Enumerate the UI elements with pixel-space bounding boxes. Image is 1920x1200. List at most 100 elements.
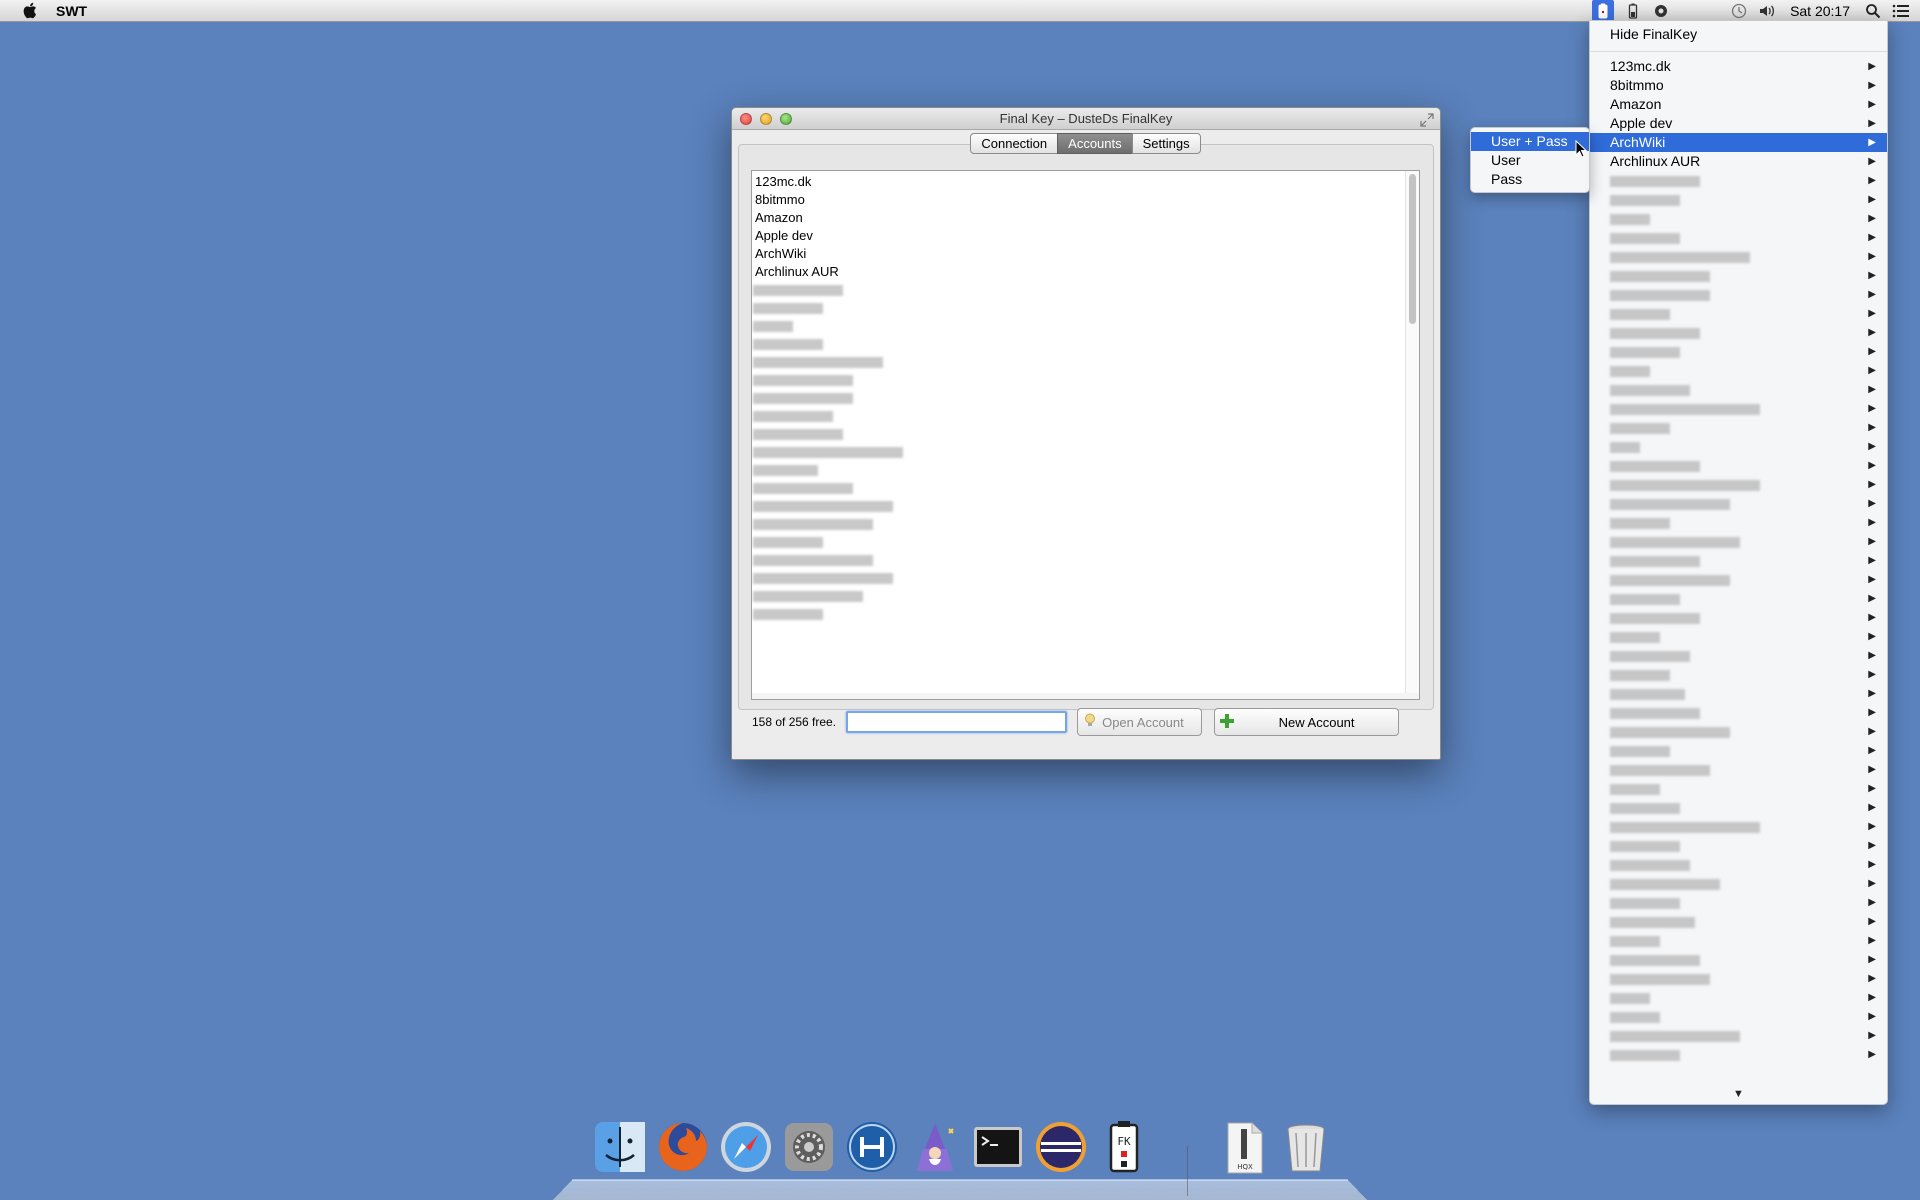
list-item-redacted[interactable]: [752, 587, 1419, 605]
status-menu-redacted-item[interactable]: ▶: [1590, 627, 1887, 646]
status-menu-redacted-item[interactable]: ▶: [1590, 950, 1887, 969]
list-item-redacted[interactable]: [752, 461, 1419, 479]
close-window-button[interactable]: [740, 113, 752, 125]
scrollbar-thumb[interactable]: [1409, 174, 1416, 324]
list-item[interactable]: Archlinux AUR: [752, 263, 1419, 281]
status-menu-account-item[interactable]: ArchWiki ▶: [1590, 133, 1887, 152]
status-menu-redacted-item[interactable]: ▶: [1590, 684, 1887, 703]
status-menu-account-item[interactable]: 8bitmmo ▶: [1590, 76, 1887, 95]
zoom-window-button[interactable]: [780, 113, 792, 125]
status-menu-redacted-item[interactable]: ▶: [1590, 513, 1887, 532]
status-menu-redacted-item[interactable]: ▶: [1590, 1007, 1887, 1026]
menu-scroll-down-icon[interactable]: ▼: [1590, 1088, 1887, 1100]
status-menu-redacted-item[interactable]: ▶: [1590, 703, 1887, 722]
new-account-button[interactable]: New Account: [1214, 708, 1400, 736]
status-menu-redacted-item[interactable]: ▶: [1590, 323, 1887, 342]
list-item-redacted[interactable]: [752, 281, 1419, 299]
status-menu-redacted-item[interactable]: ▶: [1590, 646, 1887, 665]
status-menu-redacted-item[interactable]: ▶: [1590, 836, 1887, 855]
status-menu-redacted-item[interactable]: ▶: [1590, 247, 1887, 266]
status-menu-account-item[interactable]: Archlinux AUR ▶: [1590, 152, 1887, 171]
submenu-item-user[interactable]: User: [1471, 151, 1589, 170]
list-item[interactable]: Apple dev: [752, 227, 1419, 245]
status-menu-redacted-item[interactable]: ▶: [1590, 532, 1887, 551]
list-item-redacted[interactable]: [752, 317, 1419, 335]
open-account-button[interactable]: Open Account: [1077, 708, 1203, 736]
status-menu-redacted-item[interactable]: ▶: [1590, 589, 1887, 608]
list-item[interactable]: ArchWiki: [752, 245, 1419, 263]
tab-settings[interactable]: Settings: [1131, 133, 1201, 154]
status-menu-redacted-item[interactable]: ▶: [1590, 912, 1887, 931]
status-menu-redacted-item[interactable]: ▶: [1590, 893, 1887, 912]
list-item-redacted[interactable]: [752, 353, 1419, 371]
list-item-redacted[interactable]: [752, 335, 1419, 353]
status-menu-account-item[interactable]: 123mc.dk ▶: [1590, 57, 1887, 76]
list-item-redacted[interactable]: [752, 479, 1419, 497]
status-menu-redacted-item[interactable]: ▶: [1590, 1045, 1887, 1064]
list-item-redacted[interactable]: [752, 371, 1419, 389]
fullscreen-icon[interactable]: [1420, 112, 1434, 127]
list-item-redacted[interactable]: [752, 443, 1419, 461]
status-menu-redacted-item[interactable]: ▶: [1590, 608, 1887, 627]
list-item-redacted[interactable]: [752, 569, 1419, 587]
list-item-redacted[interactable]: [752, 533, 1419, 551]
list-item[interactable]: Amazon: [752, 209, 1419, 227]
status-menu-redacted-item[interactable]: ▶: [1590, 779, 1887, 798]
list-item[interactable]: 123mc.dk: [752, 173, 1419, 191]
status-menu-redacted-item[interactable]: ▶: [1590, 209, 1887, 228]
firefox-icon[interactable]: [652, 1116, 714, 1178]
status-menu-redacted-item[interactable]: ▶: [1590, 285, 1887, 304]
status-menu-redacted-item[interactable]: ▶: [1590, 456, 1887, 475]
tab-connection[interactable]: Connection: [970, 133, 1059, 154]
hide-finalkey-menu-item[interactable]: Hide FinalKey: [1590, 25, 1887, 44]
arduino-icon[interactable]: [841, 1116, 903, 1178]
hqx-document-icon[interactable]: HQX: [1213, 1116, 1275, 1178]
spotlight-icon[interactable]: [1864, 2, 1882, 20]
status-menu-redacted-item[interactable]: ▶: [1590, 437, 1887, 456]
list-item-redacted[interactable]: [752, 605, 1419, 623]
gear-status-icon[interactable]: [1652, 2, 1670, 20]
status-menu-redacted-item[interactable]: ▶: [1590, 988, 1887, 1007]
status-menu-redacted-item[interactable]: ▶: [1590, 1026, 1887, 1045]
status-menu-redacted-item[interactable]: ▶: [1590, 361, 1887, 380]
status-menu-redacted-item[interactable]: ▶: [1590, 399, 1887, 418]
tab-accounts[interactable]: Accounts: [1057, 133, 1133, 154]
status-menu-account-item[interactable]: Amazon ▶: [1590, 95, 1887, 114]
terminal-icon[interactable]: [967, 1116, 1029, 1178]
status-menu-redacted-item[interactable]: ▶: [1590, 931, 1887, 950]
status-menu-redacted-item[interactable]: ▶: [1590, 741, 1887, 760]
status-menu-redacted-item[interactable]: ▶: [1590, 798, 1887, 817]
volume-icon[interactable]: [1758, 2, 1776, 20]
status-menu-redacted-item[interactable]: ▶: [1590, 874, 1887, 893]
status-menu-redacted-item[interactable]: ▶: [1590, 190, 1887, 209]
apple-icon[interactable]: [18, 2, 40, 19]
list-item-redacted[interactable]: [752, 425, 1419, 443]
list-item[interactable]: 8bitmmo: [752, 191, 1419, 209]
list-item-redacted[interactable]: [752, 299, 1419, 317]
list-item-redacted[interactable]: [752, 407, 1419, 425]
list-item-redacted[interactable]: [752, 515, 1419, 533]
accounts-list[interactable]: 123mc.dk 8bitmmo Amazon Apple dev ArchWi…: [751, 170, 1420, 700]
list-item-redacted[interactable]: [752, 497, 1419, 515]
status-menu-redacted-item[interactable]: ▶: [1590, 342, 1887, 361]
status-menu-redacted-item[interactable]: ▶: [1590, 969, 1887, 988]
status-menu-redacted-item[interactable]: ▶: [1590, 380, 1887, 399]
notification-center-icon[interactable]: [1892, 2, 1910, 20]
status-menu-redacted-item[interactable]: ▶: [1590, 418, 1887, 437]
app-menu-title[interactable]: SWT: [56, 3, 87, 19]
status-menu-redacted-item[interactable]: ▶: [1590, 266, 1887, 285]
safari-icon[interactable]: [715, 1116, 777, 1178]
system-preferences-icon[interactable]: [778, 1116, 840, 1178]
status-menu-redacted-item[interactable]: ▶: [1590, 665, 1887, 684]
menu-bar-clock[interactable]: Sat 20:17: [1786, 3, 1854, 19]
accounts-list-hscrollbar[interactable]: [752, 693, 1419, 699]
status-menu-redacted-item[interactable]: ▶: [1590, 855, 1887, 874]
trash-icon[interactable]: [1275, 1116, 1337, 1178]
window-titlebar[interactable]: Final Key – DusteDs FinalKey: [732, 108, 1440, 130]
account-filter-input[interactable]: [846, 711, 1068, 733]
finder-icon[interactable]: [589, 1116, 651, 1178]
finalkey-app-icon[interactable]: FK: [1093, 1116, 1155, 1178]
status-menu-redacted-item[interactable]: ▶: [1590, 551, 1887, 570]
status-menu-redacted-item[interactable]: ▶: [1590, 760, 1887, 779]
eclipse-icon[interactable]: [1030, 1116, 1092, 1178]
